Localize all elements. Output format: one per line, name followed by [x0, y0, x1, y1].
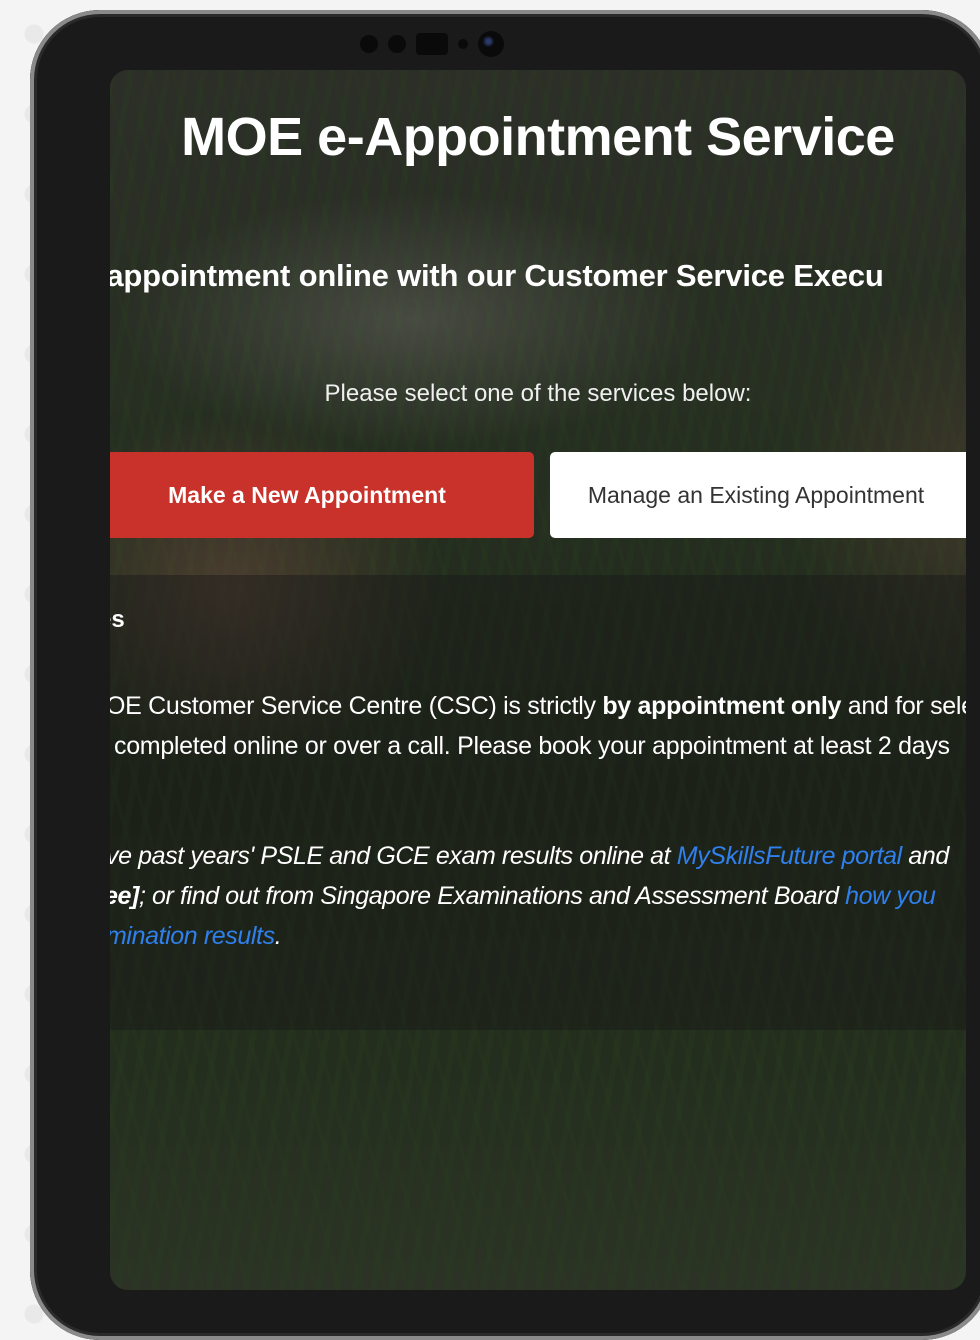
- results-notice-text: and: [901, 842, 949, 870]
- results-notice-line: ee]; or find out from Singapore Examinat…: [110, 882, 936, 911]
- page-title: MOE e-Appointment Service: [181, 107, 895, 167]
- results-notice-line: ve past years' PSLE and GCE exam results…: [110, 842, 949, 871]
- seab-results-link[interactable]: mination results: [110, 922, 275, 950]
- tagline: ok an appointment online with our Custom…: [110, 258, 884, 293]
- csc-notice-line: OE Customer Service Centre (CSC) is stri…: [110, 692, 966, 721]
- csc-notice-text: OE Customer Service Centre (CSC) is stri…: [110, 692, 603, 720]
- fee-emphasis: ee]: [110, 882, 139, 910]
- myskillsfuture-portal-link[interactable]: MySkillsFuture portal: [677, 842, 902, 870]
- csc-notice-text: and for sele: [841, 692, 966, 720]
- notes-panel: [110, 575, 966, 1030]
- make-new-appointment-button[interactable]: Make a New Appointment: [110, 452, 534, 538]
- front-camera-icon: [478, 31, 504, 57]
- device-screen: MOE e-Appointment Service ok an appointm…: [110, 70, 966, 1290]
- tablet-device-frame: MOE e-Appointment Service ok an appointm…: [30, 10, 980, 1340]
- select-prompt: Please select one of the services below:: [324, 380, 752, 407]
- sensor-icon: [416, 33, 448, 55]
- sensor-icon: [388, 35, 406, 53]
- results-notice-line: mination results.: [110, 922, 282, 951]
- sensor-icon: [458, 39, 468, 49]
- camera-bar: [360, 28, 550, 60]
- csc-notice-line: completed online or over a call. Please …: [114, 732, 950, 760]
- results-notice-text: .: [274, 922, 282, 950]
- notes-heading: es: [110, 606, 125, 633]
- results-notice-text: ; or find out from Singapore Examination…: [138, 882, 846, 910]
- sensor-icon: [360, 35, 378, 53]
- manage-existing-appointment-button[interactable]: Manage an Existing Appointment: [550, 452, 966, 538]
- appointment-only-emphasis: by appointment only: [602, 692, 842, 720]
- results-notice-text: ve past years' PSLE and GCE exam results…: [110, 842, 677, 870]
- seab-results-link[interactable]: how you: [845, 882, 936, 910]
